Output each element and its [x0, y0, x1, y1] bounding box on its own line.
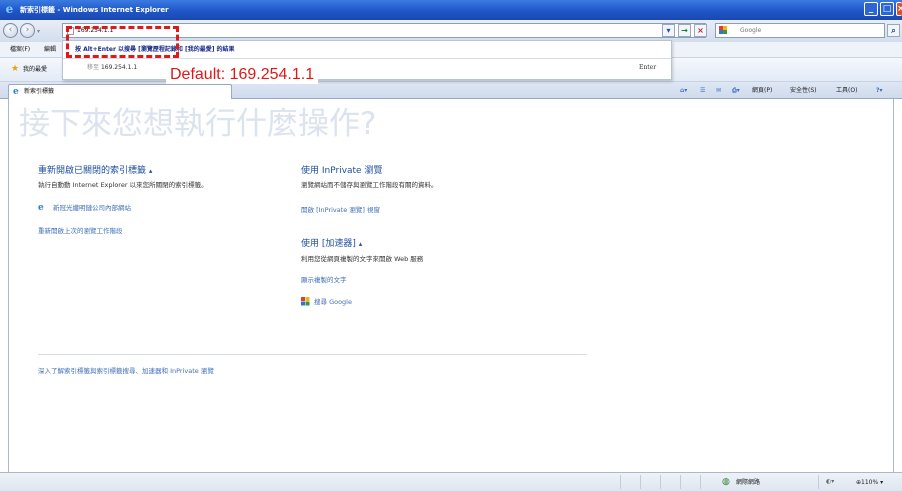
- status-separator: [818, 475, 819, 489]
- close-button[interactable]: ×: [896, 2, 902, 16]
- tools-menu[interactable]: 工具(O): [836, 85, 857, 97]
- status-separator: [660, 475, 661, 489]
- ie-logo-icon: e: [5, 2, 14, 16]
- status-separator: [620, 475, 621, 489]
- address-buttons: ▾ → ×: [662, 24, 707, 38]
- accelerator-desc: 利用您從網頁複製的文字來開啟 Web 服務: [301, 255, 424, 263]
- page-menu[interactable]: 網頁(P): [752, 85, 772, 97]
- enter-hint: Enter: [639, 64, 657, 71]
- caret-up-icon: ▴: [148, 167, 153, 175]
- favorites-star-icon[interactable]: ★: [11, 64, 19, 74]
- safety-menu[interactable]: 安全性(S): [790, 85, 817, 97]
- maximize-button[interactable]: □: [880, 2, 894, 16]
- ie-site-icon: e: [38, 203, 44, 213]
- search-box[interactable]: [715, 23, 885, 38]
- history-dropdown-icon[interactable]: ▾: [37, 28, 40, 35]
- window-title: 新索引標籤 - Windows Internet Explorer: [20, 6, 169, 14]
- minimize-button[interactable]: _: [864, 2, 878, 16]
- globe-icon: ◍: [722, 477, 730, 487]
- inprivate-heading[interactable]: 使用 InPrivate 瀏覽: [301, 165, 382, 177]
- status-separator: [640, 475, 641, 489]
- caret-up-icon: ▴: [358, 240, 363, 248]
- google-accelerator-icon: [301, 297, 310, 306]
- stop-button[interactable]: ×: [694, 24, 707, 37]
- help-icon[interactable]: ?▾: [876, 85, 883, 97]
- command-bar: ⌂▾ ☰ ✉ ⎙▾ 網頁(P) 安全性(S) 工具(O) ?▾: [680, 85, 900, 97]
- status-separator: [700, 475, 701, 489]
- security-zone[interactable]: 網際網路: [736, 479, 760, 487]
- search-input[interactable]: [740, 25, 880, 36]
- address-highlight-box: [66, 26, 179, 58]
- zoom-level[interactable]: ⊕110% ▾: [856, 479, 883, 487]
- status-separator: [680, 475, 681, 489]
- tab-new[interactable]: e 新索引標籤: [8, 84, 232, 99]
- menu-edit[interactable]: 編輯: [44, 46, 56, 54]
- google-icon: [719, 26, 737, 38]
- learn-more-link[interactable]: 深入了解索引標籤與索引標籤搜尋、加速器和 InPrivate 瀏覽: [38, 367, 214, 376]
- favorites-button[interactable]: 我的最愛: [23, 66, 47, 74]
- search-google-link[interactable]: 搜尋 Google: [314, 298, 352, 307]
- content-divider: [38, 354, 587, 355]
- autocomplete-goto-item[interactable]: 移至 169.254.1.1: [87, 63, 137, 72]
- accelerator-heading-text: 使用 [加速器]: [301, 239, 356, 249]
- protected-mode-icon[interactable]: ◐▾: [826, 478, 834, 486]
- address-dropdown-button[interactable]: ▾: [662, 24, 675, 37]
- goto-value: 169.254.1.1: [100, 64, 138, 71]
- ie-tab-icon: e: [13, 87, 19, 97]
- default-address-callout: Default: 169.254.1.1: [166, 66, 319, 84]
- accelerator-heading[interactable]: 使用 [加速器] ▴: [301, 238, 362, 250]
- status-bar: ◍ 網際網路 ◐▾ ⊕110% ▾: [0, 472, 902, 491]
- print-icon[interactable]: ⎙▾: [732, 85, 740, 97]
- read-mail-icon[interactable]: ✉: [716, 85, 721, 97]
- closed-tab-link[interactable]: 新冠光纖明鏈公司內部網站: [53, 204, 131, 213]
- reopen-tabs-heading-text: 重新開啟已關閉的索引標籤: [38, 166, 147, 176]
- inprivate-desc: 瀏覽網站而不儲存與瀏覽工作階段有關的資料。: [301, 181, 438, 189]
- search-button[interactable]: ⌕: [887, 24, 900, 37]
- reopen-tabs-heading[interactable]: 重新開啟已關閉的索引標籤 ▴: [38, 165, 152, 177]
- reopen-tabs-desc: 執行自動動 Internet Explorer 以來您所關閉的索引標籤。: [38, 181, 208, 189]
- menu-file[interactable]: 檔案(F): [10, 46, 30, 54]
- go-button[interactable]: →: [678, 24, 691, 37]
- tab-label: 新索引標籤: [24, 88, 55, 95]
- forward-button[interactable]: ›: [20, 23, 35, 38]
- show-copied-text-link[interactable]: 顯示複製的文字: [301, 276, 347, 285]
- back-button[interactable]: ‹: [3, 23, 18, 38]
- feeds-icon[interactable]: ☰: [700, 85, 705, 97]
- title-bar: e 新索引標籤 - Windows Internet Explorer _ □ …: [0, 0, 902, 20]
- open-inprivate-link[interactable]: 開啟 [InPrivate 瀏覽] 視窗: [301, 206, 380, 215]
- home-icon[interactable]: ⌂▾: [680, 85, 687, 97]
- goto-prefix: 移至: [87, 64, 100, 71]
- autocomplete-divider: [63, 58, 671, 59]
- zoom-dropdown-icon: ▾: [880, 479, 884, 486]
- google-logo-icon: [719, 26, 727, 34]
- new-tab-page: 接下來您想執行什麼操作? 重新開啟已關閉的索引標籤 ▴ 執行自動動 Intern…: [8, 99, 894, 472]
- zoom-value: 110%: [861, 479, 879, 486]
- tab-bar: e 新索引標籤 ⌂▾ ☰ ✉ ⎙▾ 網頁(P) 安全性(S) 工具(O) ?▾: [0, 82, 902, 99]
- reopen-session-link[interactable]: 重新開啟上次的瀏覽工作階段: [38, 227, 123, 236]
- page-headline: 接下來您想執行什麼操作?: [19, 106, 377, 142]
